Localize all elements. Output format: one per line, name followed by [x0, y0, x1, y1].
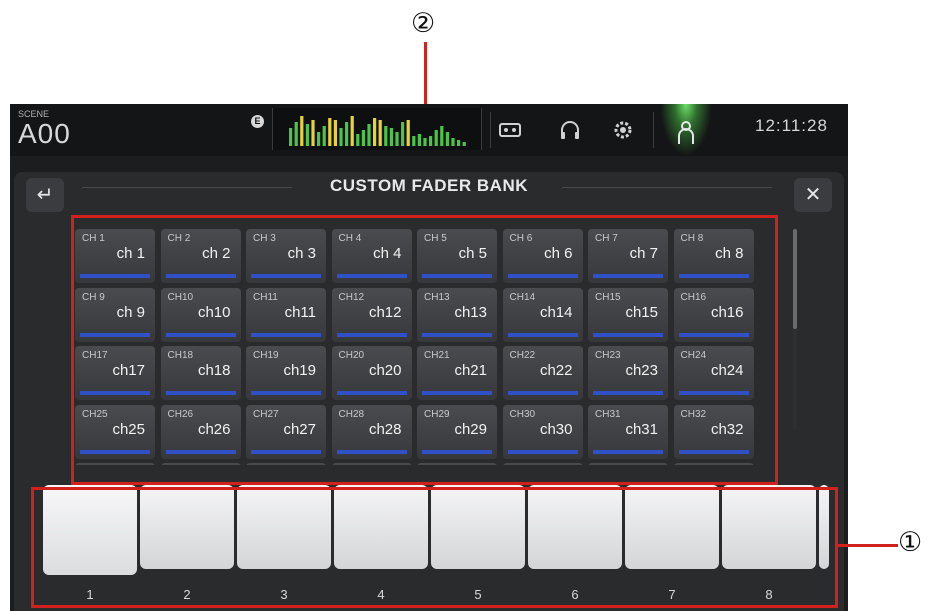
meter-bar [367, 124, 371, 146]
meter-bar [373, 118, 377, 146]
meter-bar [378, 120, 382, 146]
dialog-title: CUSTOM FADER BANK [329, 176, 529, 195]
meter-bar [417, 134, 421, 146]
meter-bar [328, 118, 332, 146]
recorder-icon[interactable] [498, 118, 522, 142]
meter-bar [322, 126, 326, 146]
meter-bar [401, 122, 405, 146]
title-rule-right [562, 187, 772, 188]
meter-bar [451, 138, 455, 146]
callout-1-leader [838, 544, 898, 547]
meter-bar [305, 124, 309, 146]
callout-2-box [71, 215, 778, 485]
divider [653, 112, 654, 148]
close-button[interactable]: ✕ [794, 178, 832, 212]
meter-bar [462, 142, 466, 146]
settings-gear-icon[interactable] [611, 118, 635, 142]
meter-bar [384, 126, 388, 146]
close-icon: ✕ [804, 184, 822, 206]
grid-scrollbar-thumb[interactable] [793, 229, 797, 329]
meter-bar [406, 120, 410, 146]
divider [490, 112, 491, 148]
clock: 12:11:28 [755, 116, 828, 135]
user-button[interactable] [660, 104, 712, 156]
meter-bar [440, 126, 444, 146]
meter-bar [311, 120, 315, 146]
meter-bar [333, 120, 337, 146]
meter-bar [294, 122, 298, 146]
meter-bar [457, 140, 461, 146]
status-bar: SCENE A00 E 12:11:28 [10, 104, 848, 156]
meter-bar [289, 128, 293, 146]
meter-bar [389, 128, 393, 146]
meter-bar [445, 132, 449, 146]
meter-bar [356, 134, 360, 146]
meter-bar [429, 136, 433, 146]
meter-bars [289, 116, 466, 146]
meter-bar [317, 132, 321, 146]
headphones-icon[interactable] [558, 118, 582, 142]
meter-bar [395, 132, 399, 146]
edit-badge: E [251, 115, 264, 128]
user-icon [678, 121, 694, 144]
meter-bar [412, 136, 416, 146]
callout-1-label: ① [898, 527, 923, 558]
meter-bar [339, 128, 343, 146]
scene-number[interactable]: A00 [18, 118, 71, 150]
meter-bar [350, 116, 354, 146]
level-meter[interactable] [272, 108, 482, 150]
meter-bar [345, 122, 349, 146]
meter-bar [300, 116, 304, 146]
meter-bar [423, 138, 427, 146]
callout-2-label: ② [411, 8, 436, 39]
meter-bar [434, 130, 438, 146]
callout-1-box [31, 487, 838, 608]
meter-bar [361, 130, 365, 146]
